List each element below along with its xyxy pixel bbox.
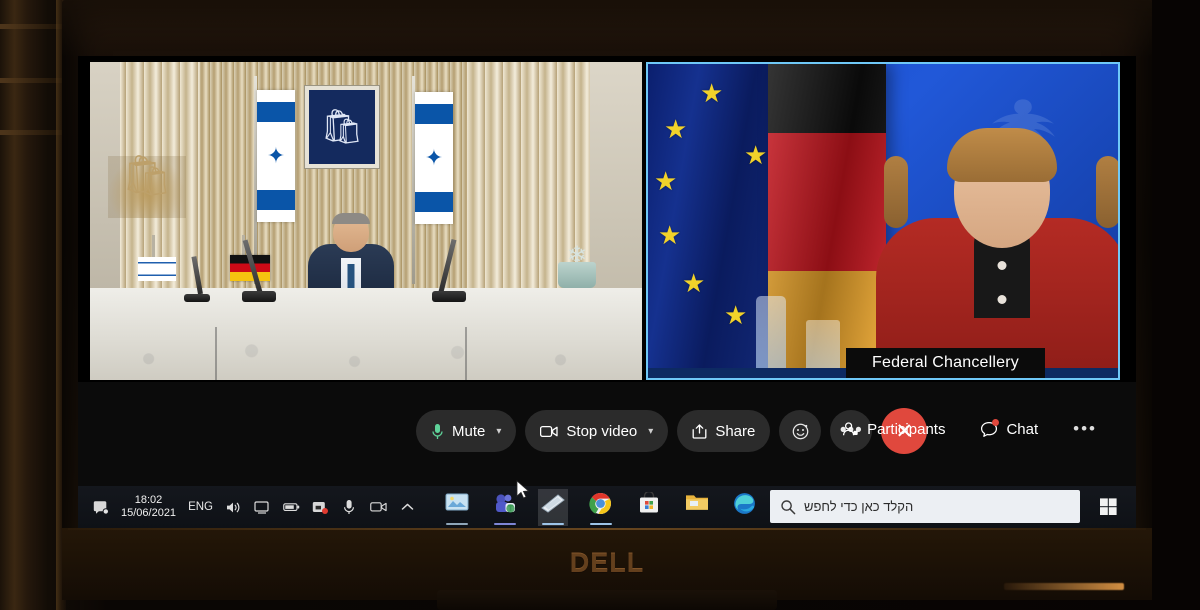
mute-button[interactable]: Mute ▾ <box>416 410 517 452</box>
chancellor-figure <box>876 128 1118 378</box>
chat-bubble-icon <box>980 419 1000 437</box>
zoom-icon <box>541 493 565 513</box>
stop-video-button[interactable]: Stop video ▾ <box>525 410 669 452</box>
share-label: Share <box>715 422 756 440</box>
edge-icon <box>734 492 756 514</box>
chat-label: Chat <box>1006 420 1039 438</box>
search-placeholder: הקלד כאן כדי לחפש <box>804 499 914 514</box>
photo-scene: 🛍 ✦ ✦ 🛍 ❄ ★ ★ ★ ★ ★ ★ ★ Federal Chancell… <box>0 0 1200 610</box>
taskbar-app-microsoft-store[interactable] <box>634 489 664 526</box>
zoom-control-bar: Mute ▾ Stop video ▾ Share ••• ✕ Particip… <box>78 382 1136 486</box>
israel-flag-left-icon: ✦ <box>257 90 295 222</box>
taskbar-clock[interactable]: 18:02 15/06/2021 <box>121 494 176 520</box>
taskbar-search-box[interactable]: הקלד כאן כדי לחפש <box>770 490 1080 523</box>
more-menu-button[interactable]: ••• <box>1060 408 1110 450</box>
taskbar-app-photos[interactable] <box>442 489 472 526</box>
taskbar-app-edge[interactable] <box>730 489 760 526</box>
microphone-icon[interactable] <box>341 499 358 516</box>
stop-video-label: Stop video <box>566 422 638 440</box>
water-carafe <box>756 296 786 378</box>
video-stage: 🛍 ✦ ✦ 🛍 ❄ ★ ★ ★ ★ ★ ★ ★ Federal Chancell… <box>78 56 1136 382</box>
camera-icon <box>540 425 559 438</box>
windows-logo-icon <box>1099 498 1117 515</box>
windows-taskbar: 18:02 15/06/2021 ENG הקלד כאן כדי לחפש <box>78 486 1136 528</box>
taskbar-app-file-explorer[interactable] <box>682 489 712 526</box>
video-tile-israeli-president[interactable]: 🛍 ✦ ✦ 🛍 ❄ <box>90 62 642 380</box>
people-icon <box>842 421 859 437</box>
chrome-icon <box>589 492 612 514</box>
ellipsis-icon: ••• <box>1073 419 1097 438</box>
conference-table <box>90 287 642 380</box>
language-indicator[interactable]: ENG <box>188 501 213 513</box>
israel-flag-right-icon: ✦ <box>415 92 453 224</box>
mute-chevron-down-icon[interactable]: ▾ <box>496 426 501 437</box>
volume-icon[interactable] <box>225 499 242 516</box>
teams-icon <box>495 493 515 513</box>
clock-time: 18:02 <box>134 494 163 506</box>
participant-name-text: Federal Chancellery <box>872 354 1019 371</box>
mute-label: Mute <box>452 422 486 440</box>
microphone-icon <box>431 423 444 440</box>
video-chevron-down-icon[interactable]: ▾ <box>648 426 653 437</box>
menorah-sculpture: 🛍 <box>108 156 186 218</box>
israeli-president-figure <box>308 213 394 295</box>
folder-icon <box>685 494 708 510</box>
photos-icon <box>445 493 469 510</box>
start-button[interactable] <box>1088 490 1128 523</box>
share-button[interactable]: Share <box>677 410 771 452</box>
israel-desk-flag-icon <box>138 257 176 282</box>
action-center-icon[interactable] <box>92 499 109 516</box>
clock-date: 15/06/2021 <box>121 507 177 519</box>
video-tile-federal-chancellery[interactable]: ★ ★ ★ ★ ★ ★ ★ Federal Chancellery <box>646 62 1120 380</box>
meeting-icon[interactable] <box>370 499 387 516</box>
share-icon <box>692 423 707 439</box>
dell-brand-logo: DELL <box>569 548 645 578</box>
system-tray: 18:02 15/06/2021 ENG <box>78 494 416 520</box>
battery-icon[interactable] <box>283 499 300 516</box>
taskbar-app-teams[interactable] <box>490 489 520 526</box>
search-icon[interactable] <box>780 499 796 515</box>
participant-name-label: Federal Chancellery <box>846 348 1045 378</box>
display-icon[interactable] <box>254 499 271 516</box>
participants-label: Participants <box>867 420 946 438</box>
israel-state-emblem-icon: 🛍 <box>305 86 379 168</box>
taskbar-app-chrome[interactable] <box>586 489 616 526</box>
smiley-icon <box>791 422 810 441</box>
reactions-button[interactable] <box>779 410 822 452</box>
taskbar-app-zoom[interactable] <box>537 488 568 526</box>
show-hidden-icons-icon[interactable] <box>399 499 416 516</box>
monitor-screen: 🛍 ✦ ✦ 🛍 ❄ ★ ★ ★ ★ ★ ★ ★ Federal Chancell… <box>78 56 1136 528</box>
dell-monitor: 🛍 ✦ ✦ 🛍 ❄ ★ ★ ★ ★ ★ ★ ★ Federal Chancell… <box>62 0 1152 610</box>
store-icon <box>639 491 658 512</box>
chat-button[interactable]: Chat <box>967 408 1051 450</box>
participants-button[interactable]: Participants <box>829 408 958 450</box>
flower-pot: ❄ <box>554 240 600 288</box>
camera-privacy-icon[interactable] <box>312 499 329 516</box>
monitor-stand <box>437 590 777 610</box>
